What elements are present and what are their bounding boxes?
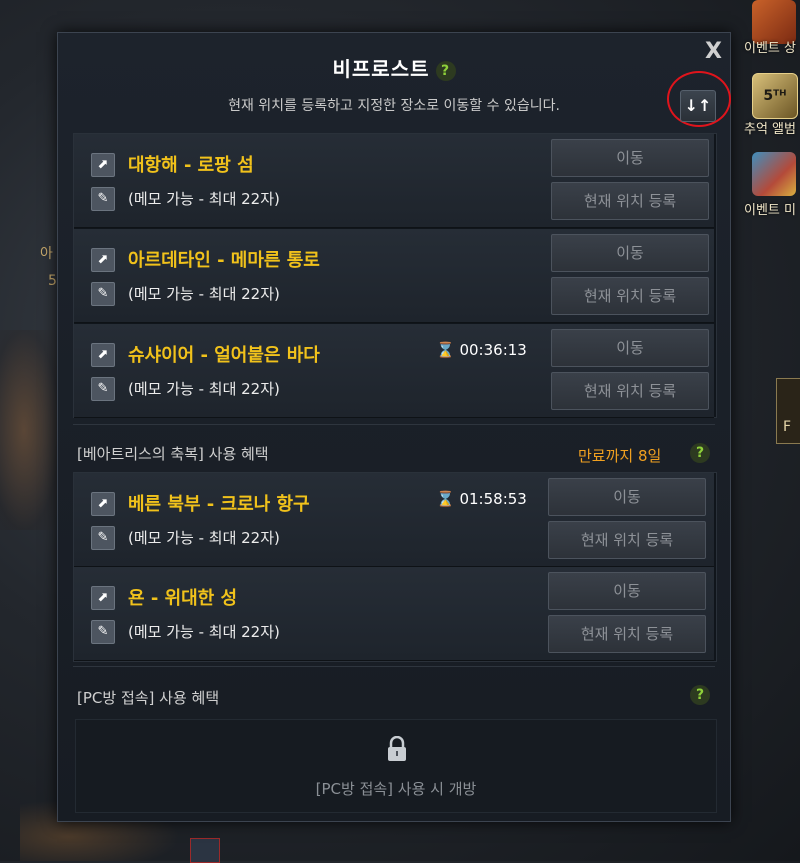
gift-icon[interactable] (752, 152, 796, 196)
register-location-button[interactable]: 현재 위치 등록 (551, 277, 709, 315)
register-location-button[interactable]: 현재 위치 등록 (551, 182, 709, 220)
panel-title: 비프로스트? (58, 53, 730, 82)
skill-slot-icon[interactable] (190, 838, 220, 863)
bifrost-panel: 비프로스트? X 현재 위치를 등록하고 지정한 장소로 이동할 수 있습니다.… (57, 32, 731, 822)
cooldown-timer: ⌛ 00:36:13 (436, 341, 527, 359)
cooldown-time: 01:58:53 (459, 490, 527, 508)
blessing-slot-group: ⬈ 베른 북부 - 크로나 항구 ⌛ 01:58:53 ✎ (메모 가능 - 최… (73, 472, 717, 662)
pcbang-section-label: [PC방 접속] 사용 혜택 (77, 689, 220, 707)
cooldown-time: 00:36:13 (459, 341, 527, 359)
move-button[interactable]: 이동 (548, 572, 706, 610)
slot-memo[interactable]: (메모 가능 - 최대 22자) (128, 527, 280, 548)
move-button[interactable]: 이동 (551, 139, 709, 177)
slot-name: 슈샤이어 - 얼어붙은 바다 (128, 345, 320, 366)
edit-memo-icon[interactable]: ✎ (91, 282, 115, 306)
move-button[interactable]: 이동 (548, 478, 706, 516)
hourglass-icon: ⌛ (436, 490, 455, 508)
side-item-label: F (783, 419, 792, 435)
edit-memo-icon[interactable]: ✎ (91, 620, 115, 644)
album-icon[interactable]: 5ᵀᴴ (752, 73, 798, 119)
close-button[interactable]: X (705, 39, 722, 64)
locked-text: [PC방 접속] 사용 시 개방 (315, 780, 477, 798)
blessing-section-label: [베아트리스의 축복] 사용 혜택 (77, 445, 269, 463)
lock-icon (388, 736, 406, 761)
slot-name: 욘 - 위대한 성 (128, 588, 238, 609)
slot-memo[interactable]: (메모 가능 - 최대 22자) (128, 188, 280, 209)
register-location-button[interactable]: 현재 위치 등록 (548, 521, 706, 559)
move-button[interactable]: 이동 (551, 234, 709, 272)
register-location-button[interactable]: 현재 위치 등록 (551, 372, 709, 410)
background-text: 5 (48, 273, 57, 289)
help-icon[interactable]: ? (435, 60, 456, 81)
cooldown-timer: ⌛ 01:58:53 (436, 490, 527, 508)
slot-memo[interactable]: (메모 가능 - 최대 22자) (128, 283, 280, 304)
slot-name: 대항해 - 로팡 섬 (128, 155, 254, 176)
help-icon[interactable]: ? (690, 443, 710, 463)
section-divider (73, 424, 715, 425)
location-pin-icon: ⬈ (91, 586, 115, 610)
background-text: 아 (40, 246, 53, 262)
side-event-label[interactable]: 이벤트 미 (744, 199, 796, 218)
location-pin-icon: ⬈ (91, 492, 115, 516)
slot-memo[interactable]: (메모 가능 - 최대 22자) (128, 621, 280, 642)
register-location-button[interactable]: 현재 위치 등록 (548, 615, 706, 653)
side-event-label[interactable]: 이벤트 상 (744, 37, 796, 56)
sort-button[interactable]: ↓↑ (680, 90, 716, 122)
expire-text: 만료까지 8일 (578, 447, 662, 465)
section-divider (73, 666, 715, 667)
edit-memo-icon[interactable]: ✎ (91, 377, 115, 401)
slot-name: 아르데타인 - 메마른 통로 (128, 250, 320, 271)
bifrost-slot: ⬈ 욘 - 위대한 성 ✎ (메모 가능 - 최대 22자) 이동 현재 위치 … (74, 567, 714, 661)
panel-subtitle: 현재 위치를 등록하고 지정한 장소로 이동할 수 있습니다. (228, 98, 560, 114)
hourglass-icon: ⌛ (436, 341, 455, 359)
background-decoration (0, 330, 60, 530)
slot-name: 베른 북부 - 크로나 항구 (128, 494, 310, 515)
side-event-label[interactable]: 추억 앨범 (744, 118, 796, 137)
location-pin-icon: ⬈ (91, 153, 115, 177)
side-item-icon[interactable]: F (776, 378, 800, 444)
slot-memo[interactable]: (메모 가능 - 최대 22자) (128, 378, 280, 399)
locked-slot-area: [PC방 접속] 사용 시 개방 (75, 719, 717, 813)
bifrost-slot: ⬈ 아르데타인 - 메마른 통로 ✎ (메모 가능 - 최대 22자) 이동 현… (74, 229, 714, 323)
bifrost-slot: ⬈ 슈샤이어 - 얼어붙은 바다 ⌛ 00:36:13 ✎ (메모 가능 - 최… (74, 324, 714, 418)
bifrost-slot: ⬈ 베른 북부 - 크로나 항구 ⌛ 01:58:53 ✎ (메모 가능 - 최… (74, 473, 714, 567)
bifrost-slot: ⬈ 대항해 - 로팡 섬 ✎ (메모 가능 - 최대 22자) 이동 현재 위치… (74, 134, 714, 228)
location-pin-icon: ⬈ (91, 248, 115, 272)
edit-memo-icon[interactable]: ✎ (91, 187, 115, 211)
help-icon[interactable]: ? (690, 685, 710, 705)
location-pin-icon: ⬈ (91, 343, 115, 367)
panel-title-text: 비프로스트 (332, 57, 430, 81)
edit-memo-icon[interactable]: ✎ (91, 526, 115, 550)
basic-slot-group: ⬈ 대항해 - 로팡 섬 ✎ (메모 가능 - 최대 22자) 이동 현재 위치… (73, 133, 717, 418)
move-button[interactable]: 이동 (551, 329, 709, 367)
